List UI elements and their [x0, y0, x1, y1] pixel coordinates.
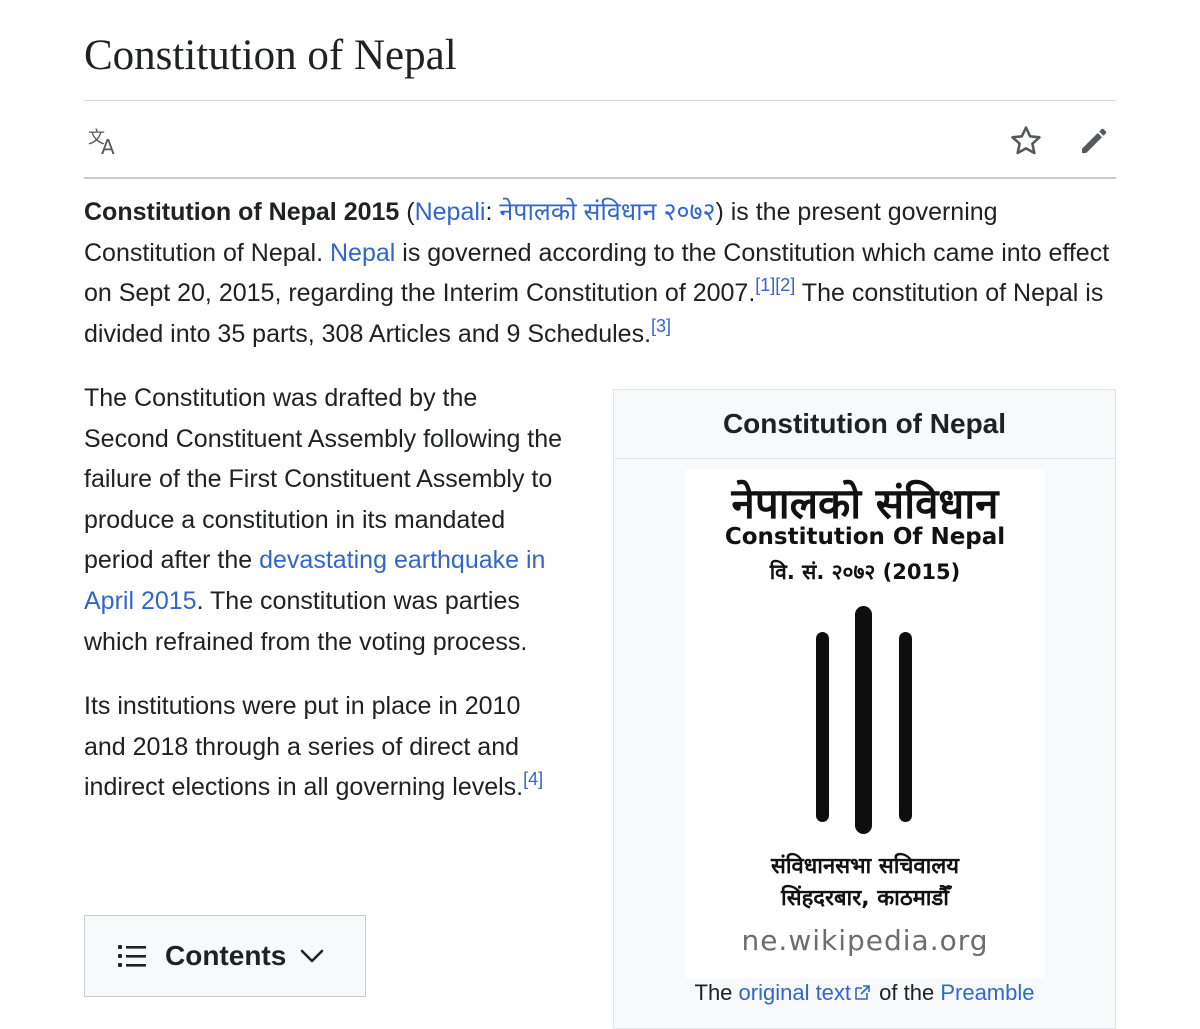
citation-1[interactable]: [1]: [755, 275, 775, 295]
text-fragment: Its institutions were put in place in 20…: [84, 692, 524, 802]
cover-watermark: ne.wikipedia.org: [741, 924, 989, 957]
infobox-caption: The original text of the Preamble: [614, 980, 1115, 1006]
contents-toggle[interactable]: Contents: [84, 915, 366, 997]
external-link-icon: [855, 985, 870, 1000]
text-fragment: (: [399, 198, 415, 226]
svg-text:A: A: [101, 135, 115, 157]
language-icon[interactable]: 文 A: [84, 121, 124, 161]
preamble-link[interactable]: Preamble: [940, 980, 1034, 1005]
emblem-icon: [816, 606, 912, 834]
citation-2[interactable]: [2]: [775, 275, 795, 295]
article-bold-title: Constitution of Nepal 2015: [84, 198, 400, 226]
cover-english-title: Constitution Of Nepal: [724, 524, 1006, 550]
cover-location: सिंहदरबार, काठमाडौँ: [781, 886, 949, 911]
citation-link[interactable]: [3]: [651, 316, 671, 336]
pencil-icon[interactable]: [1074, 121, 1114, 161]
list-icon: [118, 945, 146, 967]
constitution-cover-image[interactable]: नेपालको संविधान Constitution Of Nepal वि…: [685, 470, 1045, 978]
body-paragraph: Its institutions were put in place in 20…: [84, 686, 564, 808]
chevron-down-icon: [301, 949, 324, 963]
original-text-link[interactable]: original text: [739, 980, 852, 1005]
contents-label: Contents: [165, 940, 287, 971]
intro-paragraph: Constitution of Nepal 2015 (Nepali: नेपा…: [84, 192, 1116, 354]
text-fragment: The: [694, 980, 739, 1005]
citation-4[interactable]: [4]: [523, 769, 543, 789]
cover-secretariat: संविधानसभा सचिवालय: [770, 854, 960, 879]
native-name-link[interactable]: नेपालको संविधान २०७२: [499, 198, 715, 226]
page-title: Constitution of Nepal: [84, 32, 457, 79]
nepali-language-link[interactable]: Nepali: [415, 198, 486, 226]
article-page: Constitution of Nepal 文 A Constitution o…: [84, 0, 1116, 1029]
citation-3[interactable]: [3]: [651, 316, 671, 336]
citation-link[interactable]: [2]: [775, 275, 795, 295]
text-fragment: of the: [873, 980, 941, 1005]
body-paragraph: The Constitution was drafted by the Seco…: [84, 378, 564, 662]
citation-link[interactable]: [1]: [755, 275, 775, 295]
nepal-link[interactable]: Nepal: [330, 239, 395, 267]
body-column: The Constitution was drafted by the Seco…: [84, 378, 564, 832]
infobox-title: Constitution of Nepal: [614, 390, 1115, 459]
text-fragment: :: [485, 198, 500, 226]
star-icon[interactable]: [1006, 121, 1046, 161]
cover-date: वि. सं. २०७२ (2015): [769, 560, 961, 584]
citation-link[interactable]: [4]: [523, 769, 543, 789]
page-toolbar: 文 A: [84, 101, 1116, 177]
infobox: Constitution of Nepal नेपालको संविधान Co…: [613, 389, 1116, 1029]
toolbar-divider: [84, 177, 1116, 179]
